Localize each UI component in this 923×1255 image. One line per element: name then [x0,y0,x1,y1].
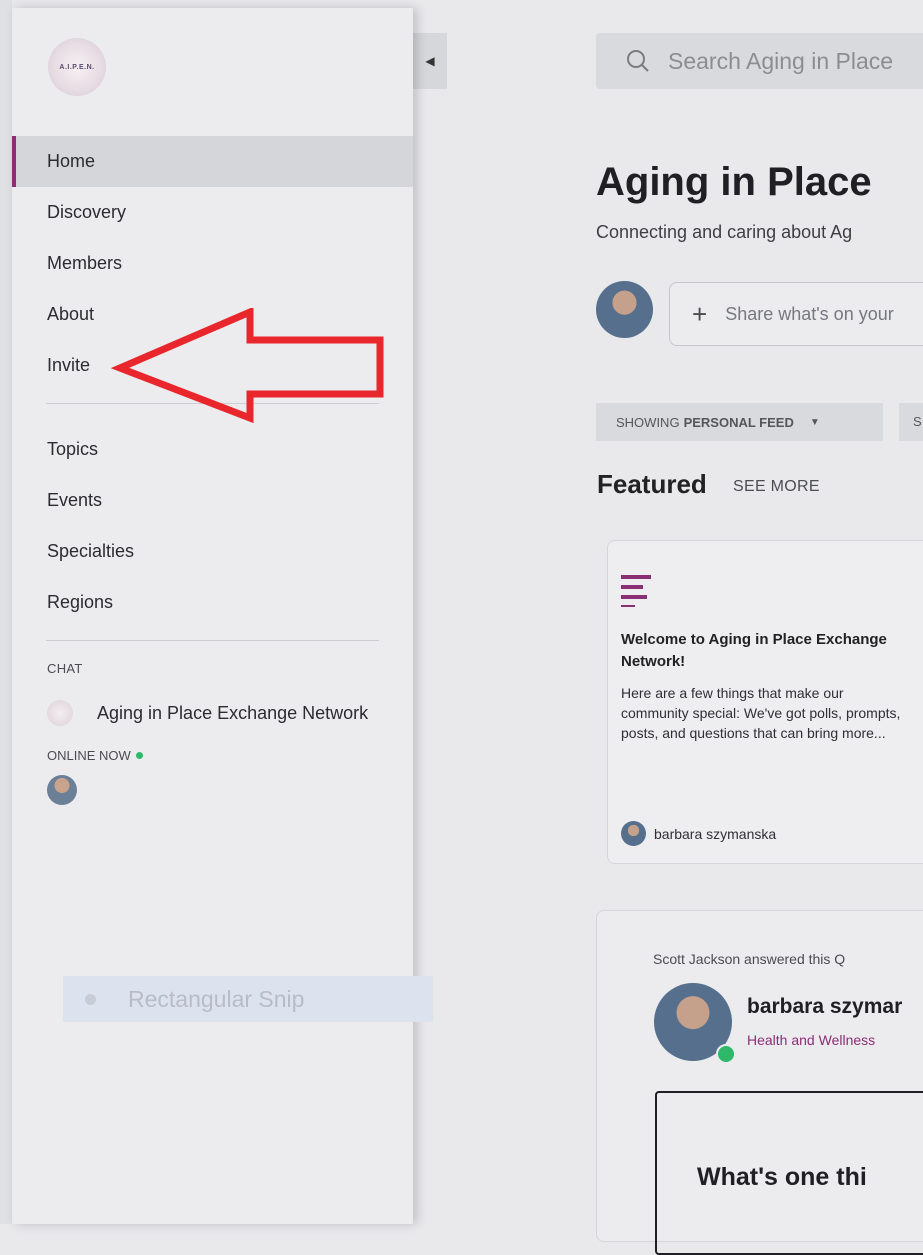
feed-selector-dropdown[interactable]: SHOWING PERSONAL FEED ▼ [596,403,883,441]
page-subtitle: Connecting and caring about Ag [596,222,853,242]
card-author: barbara szymanska [621,821,776,846]
community-logo[interactable]: A.I.P.E.N. [48,38,106,96]
chat-item-label: Aging in Place Exchange Network [97,702,369,723]
sidebar-item-regions[interactable]: Regions [12,577,413,628]
sidebar-item-discovery[interactable]: Discovery [12,187,413,238]
search-bar[interactable]: Search Aging in Place [596,33,923,89]
online-status-icon [716,1044,736,1064]
card-body: Here are a few things that make our comm… [621,685,901,741]
online-now-label: ONLINE NOW [12,748,413,763]
sidebar-item-topics[interactable]: Topics [12,424,413,475]
rectangular-snip-option[interactable]: Rectangular Snip [63,976,433,1022]
featured-heading: Featured [597,469,707,499]
post-author-role: Health and Wellness [747,1032,876,1048]
sort-selector-dropdown[interactable]: S [899,403,923,441]
sidebar-nav: Home Discovery Members About Invite Topi… [12,136,413,805]
chat-section-label: CHAT [47,661,83,676]
text-post-icon [621,575,651,607]
question-box[interactable]: What's one thi [655,1091,923,1255]
online-now-text: ONLINE NOW [47,748,131,763]
page-title: Aging in Place [596,160,872,204]
snip-radio-icon [85,993,96,1005]
sidebar-item-members[interactable]: Members [12,238,413,289]
author-avatar [621,821,646,846]
chat-item[interactable]: Aging in Place Exchange Network [12,696,413,730]
sidebar: A.I.P.E.N. Home Discovery Members About … [12,8,413,1224]
sidebar-item-events[interactable]: Events [12,475,413,526]
share-placeholder: Share what's on your [725,303,894,324]
logo-text: A.I.P.E.N. [59,63,95,71]
featured-card[interactable]: Welcome to Aging in Place Exchange Netwo… [607,540,923,864]
feed-prefix: SHOWING [616,414,680,430]
chevron-down-icon: ▼ [809,416,820,428]
left-edge-strip [0,0,12,1224]
post-meta: Scott Jackson answered this Q [653,951,846,967]
feed-value: PERSONAL FEED [683,414,794,430]
plus-icon: + [692,298,708,329]
collapse-sidebar-button[interactable]: ◀ [413,33,447,89]
current-user-avatar[interactable] [596,281,653,338]
red-arrow-annotation [110,308,384,424]
chat-logo-avatar [47,700,73,726]
search-placeholder: Search Aging in Place [668,47,894,74]
share-post-input[interactable]: + Share what's on your [669,282,923,346]
question-text: What's one thi [697,1163,867,1191]
card-title: Welcome to Aging in Place Exchange Netwo… [621,631,887,670]
card-author-name: barbara szymanska [654,825,777,842]
post-author-name[interactable]: barbara szymar [747,995,902,1019]
see-more-link[interactable]: SEE MORE [733,478,820,496]
sidebar-item-specialties[interactable]: Specialties [12,526,413,577]
sidebar-item-home[interactable]: Home [12,136,413,187]
snip-label: Rectangular Snip [128,985,305,1012]
online-dot-icon [135,752,143,759]
online-member-avatar[interactable] [47,775,77,805]
feed-post: Scott Jackson answered this Q barbara sz… [596,910,923,1255]
sidebar-divider [46,640,379,641]
caret-left-icon: ◀ [425,54,435,68]
search-icon [627,50,649,72]
